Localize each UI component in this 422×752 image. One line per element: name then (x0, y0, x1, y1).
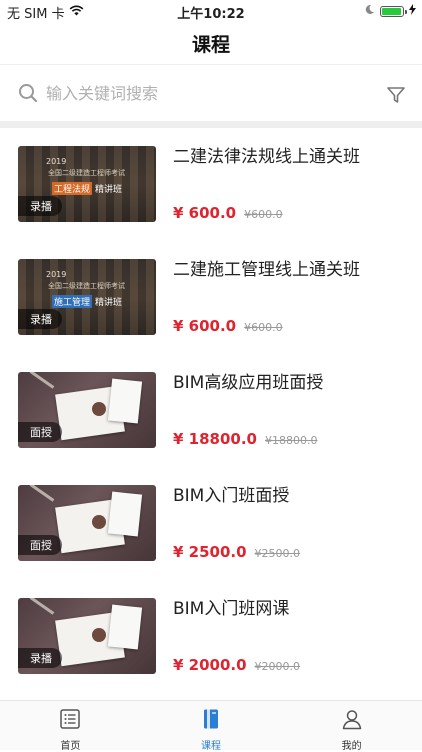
price-row: ¥ 2000.0 ¥2000.0 (173, 656, 300, 674)
charging-icon (409, 4, 416, 19)
status-time: 上午10:22 (177, 7, 245, 22)
thumb-exam-name: 全国二级建造工程师考试 (48, 169, 125, 177)
course-price: ¥ 18800.0 (173, 430, 257, 448)
price-row: ¥ 18800.0 ¥18800.0 (173, 430, 317, 448)
course-price: ¥ 600.0 (173, 317, 237, 335)
user-icon (341, 708, 363, 734)
thumb-year: 2019 (46, 157, 67, 166)
course-list: 2019 全国二级建造工程师考试 工程法规 精讲班 录播 二建法律法规线上通关班… (0, 128, 422, 700)
course-price: ¥ 2000.0 (173, 656, 247, 674)
course-type-badge: 面授 (18, 422, 62, 442)
price-row: ¥ 600.0 ¥600.0 (173, 317, 283, 335)
course-original-price: ¥2000.0 (254, 660, 301, 673)
thumb-class-name: 精讲班 (95, 298, 123, 308)
course-title: 二建法律法规线上通关班 (173, 147, 360, 167)
thumb-subject: 施工管理 (52, 295, 93, 308)
course-item[interactable]: 面授 BIM高级应用班面授 ¥ 18800.0 ¥18800.0 (0, 354, 422, 467)
course-title: BIM高级应用班面授 (173, 373, 324, 393)
thumb-exam-name: 全国二级建造工程师考试 (48, 282, 125, 290)
status-bar: 无 SIM 卡 上午10:22 (0, 0, 422, 22)
course-thumbnail: 2019 全国二级建造工程师考试 工程法规 精讲班 录播 (18, 146, 156, 222)
course-thumbnail: 面授 (18, 372, 156, 448)
moon-icon (364, 4, 375, 19)
home-list-icon (59, 708, 81, 734)
course-price: ¥ 600.0 (173, 204, 237, 222)
course-item[interactable]: 录播 BIM入门班网课 ¥ 2000.0 ¥2000.0 (0, 580, 422, 693)
course-original-price: ¥600.0 (244, 321, 283, 334)
price-row: ¥ 600.0 ¥600.0 (173, 204, 283, 222)
course-title: 二建施工管理线上通关班 (173, 260, 360, 280)
course-thumbnail: 录播 (18, 598, 156, 674)
course-item[interactable]: 面授 BIM入门班面授 ¥ 2500.0 ¥2500.0 (0, 467, 422, 580)
course-type-badge: 录播 (18, 648, 62, 668)
battery-fill (382, 8, 401, 15)
course-item[interactable]: 2019 全国二级建造工程师考试 工程法规 精讲班 录播 二建法律法规线上通关班… (0, 128, 422, 241)
course-original-price: ¥600.0 (244, 208, 283, 221)
page-title: 课程 (191, 34, 230, 56)
battery-icon (380, 6, 407, 17)
course-type-badge: 录播 (18, 309, 62, 329)
search-input[interactable] (46, 81, 346, 105)
course-original-price: ¥18800.0 (264, 434, 318, 447)
status-right (364, 4, 416, 19)
tab-home[interactable]: 首页 (0, 701, 141, 752)
search-bar (0, 64, 422, 122)
course-item[interactable]: 2019 全国二级建造工程师考试 施工管理 精讲班 录播 二建施工管理线上通关班… (0, 241, 422, 354)
tab-bar: 首页 课程 我的 (0, 700, 422, 752)
course-original-price: ¥2500.0 (254, 547, 301, 560)
course-thumbnail: 面授 (18, 485, 156, 561)
course-price: ¥ 2500.0 (173, 543, 247, 561)
tab-mine[interactable]: 我的 (281, 701, 422, 752)
course-title: BIM入门班面授 (173, 486, 290, 506)
thumb-subject: 工程法规 (52, 182, 93, 195)
course-type-badge: 面授 (18, 535, 62, 555)
thumb-class-name: 精讲班 (95, 185, 123, 195)
filter-icon[interactable] (386, 85, 406, 109)
course-type-badge: 录播 (18, 196, 62, 216)
search-icon (18, 83, 38, 107)
book-icon (200, 708, 222, 734)
course-title: BIM入门班网课 (173, 599, 290, 619)
thumb-year: 2019 (46, 270, 67, 279)
course-thumbnail: 2019 全国二级建造工程师考试 施工管理 精讲班 录播 (18, 259, 156, 335)
price-row: ¥ 2500.0 ¥2500.0 (173, 543, 300, 561)
tab-courses[interactable]: 课程 (141, 701, 282, 752)
